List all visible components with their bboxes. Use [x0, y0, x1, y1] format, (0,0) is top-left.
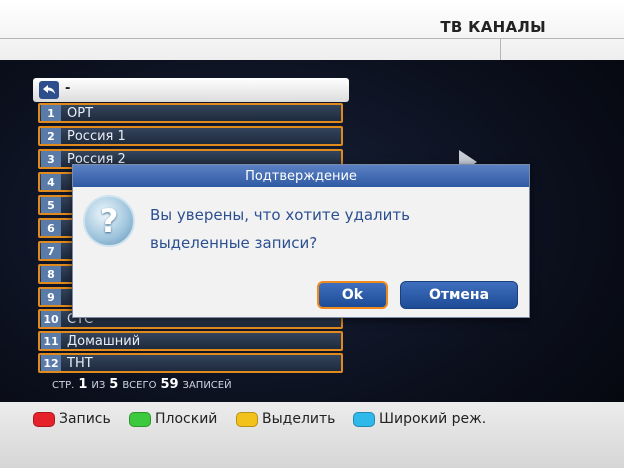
channel-number: 6 — [41, 220, 61, 236]
dialog-message-line2: выделенные записи? — [150, 234, 318, 252]
yellow-key-select[interactable]: Выделить — [236, 411, 335, 427]
red-button-icon — [33, 411, 55, 427]
of-label: ИЗ — [91, 380, 106, 391]
dialog-title: Подтверждение — [73, 165, 529, 187]
cancel-button[interactable]: Отмена — [400, 281, 518, 309]
red-key-label: Запись — [59, 411, 111, 427]
header-bar: ТВ КАНАЛЫ — [0, 0, 624, 60]
confirm-dialog: Подтверждение ? Вы уверены, что хотите у… — [72, 164, 530, 318]
channel-row[interactable]: 1 ОРТ — [38, 103, 343, 123]
green-key-flat[interactable]: Плоский — [129, 411, 217, 427]
color-key-bar: Запись Плоский Выделить Широкий реж. — [0, 402, 624, 468]
back-button[interactable] — [39, 81, 59, 99]
channel-name: Домашний — [67, 333, 141, 349]
channel-name: ОРТ — [67, 105, 94, 121]
channel-number: 12 — [41, 355, 61, 371]
question-icon: ? — [83, 195, 135, 247]
records-label: ЗАПИСЕЙ — [182, 380, 232, 391]
green-button-icon — [129, 411, 151, 427]
ok-button[interactable]: Ok — [317, 281, 388, 309]
dialog-message: Вы уверены, что хотите удалить выделенны… — [150, 201, 410, 257]
page-title: ТВ КАНАЛЫ — [440, 18, 546, 36]
red-key-record[interactable]: Запись — [33, 411, 111, 427]
channel-number: 8 — [41, 266, 61, 282]
channel-number: 7 — [41, 243, 61, 259]
channel-number: 3 — [41, 151, 61, 167]
page-label: СТР. — [52, 380, 75, 391]
channel-number: 1 — [41, 105, 61, 121]
back-arrow-icon — [43, 85, 55, 94]
channel-number: 2 — [41, 128, 61, 144]
channel-row[interactable]: 12 ТНТ — [38, 353, 343, 373]
channel-number: 9 — [41, 289, 61, 305]
path-text: - — [65, 81, 71, 96]
page-info: СТР. 1 ИЗ 5 ВСЕГО 59 ЗАПИСЕЙ — [52, 377, 232, 392]
yellow-key-label: Выделить — [262, 411, 336, 427]
channel-row[interactable]: 2 Россия 1 — [38, 126, 343, 146]
channel-number: 4 — [41, 174, 61, 190]
green-key-label: Плоский — [155, 411, 218, 427]
blue-key-wide[interactable]: Широкий реж. — [353, 411, 486, 427]
header-divider — [0, 38, 624, 39]
current-page: 1 — [78, 377, 88, 392]
blue-key-label: Широкий реж. — [379, 411, 487, 427]
path-bar: - — [33, 78, 349, 102]
channel-number: 5 — [41, 197, 61, 213]
channel-row[interactable]: 11 Домашний — [38, 331, 343, 351]
blue-button-icon — [353, 411, 375, 427]
total-pages: 5 — [109, 377, 119, 392]
yellow-button-icon — [236, 411, 258, 427]
records-count: 59 — [160, 377, 179, 392]
dialog-message-line1: Вы уверены, что хотите удалить — [150, 206, 410, 224]
all-label: ВСЕГО — [122, 380, 157, 391]
channel-number: 10 — [41, 311, 61, 327]
header-separator — [500, 38, 501, 60]
channel-number: 11 — [41, 333, 61, 349]
channel-name: ТНТ — [67, 355, 93, 371]
channel-name: Россия 1 — [67, 128, 126, 144]
